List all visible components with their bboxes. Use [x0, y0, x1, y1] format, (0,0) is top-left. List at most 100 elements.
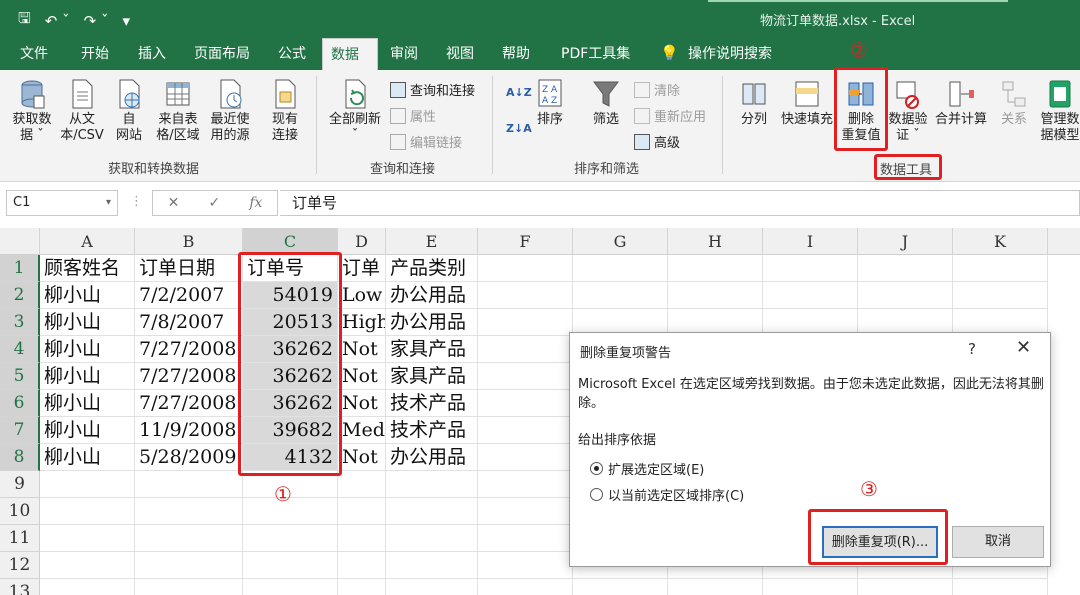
empty-cell[interactable]	[243, 552, 338, 579]
data-cell[interactable]: 7/27/2008	[135, 390, 243, 417]
tab-home[interactable]: 开始	[73, 38, 117, 70]
data-cell[interactable]: 7/2/2007	[135, 282, 243, 309]
empty-cell[interactable]	[668, 579, 763, 595]
tab-review[interactable]: 审阅	[382, 38, 426, 70]
row-header[interactable]: 8	[0, 444, 40, 471]
data-cell[interactable]: 柳小山	[40, 390, 135, 417]
row-header[interactable]: 1	[0, 255, 40, 282]
empty-cell[interactable]	[858, 579, 953, 595]
data-cell[interactable]: Low	[338, 282, 386, 309]
data-cell[interactable]: 订单	[338, 255, 386, 282]
formula-input[interactable]: 订单号	[280, 190, 1080, 216]
row-header[interactable]: 6	[0, 390, 40, 417]
select-all-corner[interactable]	[0, 228, 40, 255]
tab-page-layout[interactable]: 页面布局	[186, 38, 258, 70]
empty-cell[interactable]	[478, 363, 573, 390]
empty-cell[interactable]	[338, 552, 386, 579]
empty-cell[interactable]	[478, 471, 573, 498]
data-cell[interactable]: 家具产品	[386, 363, 478, 390]
tab-tell-me[interactable]: 操作说明搜索	[680, 38, 780, 70]
column-header[interactable]: I	[763, 228, 858, 255]
empty-cell[interactable]	[386, 579, 478, 595]
empty-cell[interactable]	[763, 579, 858, 595]
tab-formulas[interactable]: 公式	[270, 38, 314, 70]
consolidate-button[interactable]: 合并计算	[932, 78, 990, 128]
data-cell[interactable]: 11/9/2008	[135, 417, 243, 444]
column-header[interactable]: A	[40, 228, 135, 255]
sort-button[interactable]: Z AA Z 排序	[530, 78, 570, 128]
empty-cell[interactable]	[763, 282, 858, 309]
empty-cell[interactable]	[478, 282, 573, 309]
data-cell[interactable]: 技术产品	[386, 390, 478, 417]
empty-cell[interactable]	[40, 498, 135, 525]
existing-connections-button[interactable]: 现有 连接	[262, 78, 308, 144]
customize-qat-icon[interactable]: ▾	[122, 12, 130, 30]
name-box[interactable]: C1 ▾	[6, 190, 118, 216]
relationships-button[interactable]: 关系	[994, 78, 1034, 128]
empty-cell[interactable]	[243, 579, 338, 595]
from-table-range-button[interactable]: 来自表 格/区域	[152, 78, 204, 144]
get-data-button[interactable]: 获取数 据 ˇ	[6, 78, 58, 144]
empty-cell[interactable]	[478, 525, 573, 552]
cancel-button[interactable]: 取消	[952, 526, 1044, 558]
column-header[interactable]: D	[338, 228, 386, 255]
empty-cell[interactable]	[386, 525, 478, 552]
empty-cell[interactable]	[40, 552, 135, 579]
data-cell[interactable]: 办公用品	[386, 444, 478, 471]
empty-cell[interactable]	[386, 552, 478, 579]
name-box-dropdown-icon[interactable]: ▾	[106, 191, 111, 215]
column-header[interactable]: J	[858, 228, 953, 255]
column-header-selected[interactable]: C	[243, 228, 338, 255]
advanced-filter-button[interactable]: 高级	[634, 132, 680, 151]
data-cell[interactable]: 办公用品	[386, 309, 478, 336]
row-header[interactable]: 3	[0, 309, 40, 336]
reapply-button[interactable]: 重新应用	[634, 106, 706, 125]
tab-view[interactable]: 视图	[438, 38, 482, 70]
data-cell[interactable]: 顾客姓名	[40, 255, 135, 282]
data-cell[interactable]: Not	[338, 444, 386, 471]
data-cell[interactable]: 7/8/2007	[135, 309, 243, 336]
empty-cell[interactable]	[478, 309, 573, 336]
column-header[interactable]: B	[135, 228, 243, 255]
data-cell[interactable]: 柳小山	[40, 363, 135, 390]
filter-button[interactable]: 筛选	[586, 78, 626, 128]
empty-cell[interactable]	[243, 525, 338, 552]
empty-cell[interactable]	[40, 579, 135, 595]
insert-function-button[interactable]: fx	[249, 195, 262, 211]
row-header[interactable]: 7	[0, 417, 40, 444]
empty-cell[interactable]	[338, 471, 386, 498]
empty-cell[interactable]	[40, 525, 135, 552]
empty-cell[interactable]	[953, 282, 1048, 309]
row-header[interactable]: 13	[0, 579, 40, 595]
properties-button[interactable]: 属性	[390, 106, 436, 125]
flash-fill-button[interactable]: 快速填充	[778, 78, 836, 128]
current-selection-radio[interactable]: 以当前选定区域排序(C)	[590, 485, 744, 504]
empty-cell[interactable]	[573, 579, 668, 595]
data-cell[interactable]: 办公用品	[386, 282, 478, 309]
empty-cell[interactable]	[135, 498, 243, 525]
sort-ascending-button[interactable]: A↓Z	[506, 86, 532, 99]
empty-cell[interactable]	[478, 390, 573, 417]
data-cell[interactable]: 产品类别	[386, 255, 478, 282]
row-header[interactable]: 11	[0, 525, 40, 552]
sort-descending-button[interactable]: Z↓A	[506, 122, 532, 135]
empty-cell[interactable]	[40, 471, 135, 498]
data-cell[interactable]: 柳小山	[40, 444, 135, 471]
data-cell[interactable]: 柳小山	[40, 282, 135, 309]
redo-icon[interactable]: ↷ ˇ	[84, 12, 109, 30]
empty-cell[interactable]	[478, 552, 573, 579]
cancel-entry-icon[interactable]: ✕	[168, 195, 180, 211]
column-header[interactable]: H	[668, 228, 763, 255]
refresh-all-button[interactable]: 全部刷新 ˇ	[324, 78, 386, 144]
tab-file[interactable]: 文件	[12, 38, 56, 70]
recent-sources-button[interactable]: 最近使 用的源	[204, 78, 256, 144]
text-to-columns-button[interactable]: 分列	[734, 78, 774, 128]
empty-cell[interactable]	[763, 255, 858, 282]
manage-data-model-button[interactable]: 管理数 据模型	[1036, 78, 1080, 144]
empty-cell[interactable]	[386, 498, 478, 525]
column-header[interactable]: E	[386, 228, 478, 255]
empty-cell[interactable]	[478, 255, 573, 282]
empty-cell[interactable]	[858, 282, 953, 309]
data-cell[interactable]: 家具产品	[386, 336, 478, 363]
edit-links-button[interactable]: 编辑链接	[390, 132, 462, 151]
